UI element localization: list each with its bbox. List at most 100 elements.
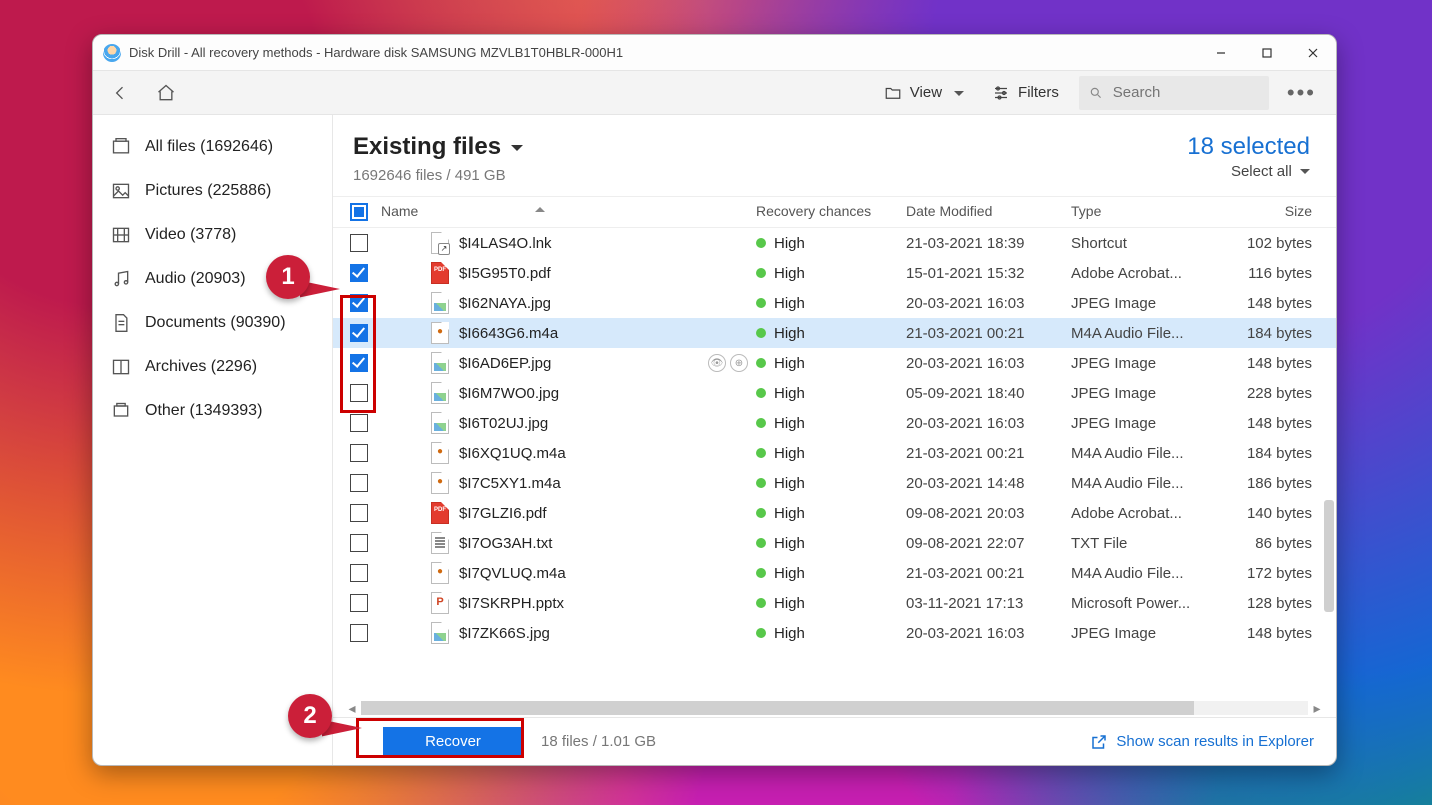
row-checkbox[interactable]	[350, 564, 368, 582]
table-row[interactable]: $I7SKRPH.pptxHigh03-11-2021 17:13Microso…	[333, 588, 1336, 618]
sidebar-item-other[interactable]: Other (1349393)	[93, 389, 332, 433]
show-in-explorer-link[interactable]: Show scan results in Explorer	[1090, 733, 1314, 751]
preview-icon[interactable]: 👁	[708, 354, 726, 372]
table-row[interactable]: $I7C5XY1.m4aHigh20-03-2021 14:48M4A Audi…	[333, 468, 1336, 498]
row-checkbox[interactable]	[350, 444, 368, 462]
status-dot-icon	[756, 328, 766, 338]
table-row[interactable]: $I6M7WO0.jpgHigh05-09-2021 18:40JPEG Ima…	[333, 378, 1336, 408]
row-checkbox[interactable]	[350, 384, 368, 402]
file-type: Adobe Acrobat...	[1071, 265, 1206, 282]
status-dot-icon	[756, 418, 766, 428]
table-row[interactable]: $I5G95T0.pdfHigh15-01-2021 15:32Adobe Ac…	[333, 258, 1336, 288]
file-icon	[431, 623, 449, 643]
row-hover-actions[interactable]: 👁⊕	[708, 354, 748, 372]
sidebar-item-label: All files (1692646)	[145, 138, 273, 156]
column-date[interactable]: Date Modified	[906, 203, 1071, 221]
master-checkbox[interactable]	[350, 203, 368, 221]
sidebar-item-archives[interactable]: Archives (2296)	[93, 345, 332, 389]
explorer-link-label: Show scan results in Explorer	[1116, 733, 1314, 750]
file-size: 184 bytes	[1206, 445, 1326, 462]
date-modified: 20-03-2021 14:48	[906, 475, 1071, 492]
row-checkbox[interactable]	[350, 594, 368, 612]
view-menu[interactable]: View	[876, 84, 972, 102]
file-name: $I6M7WO0.jpg	[459, 385, 559, 402]
sidebar-item-label: Video (3778)	[145, 226, 236, 244]
recover-button[interactable]: Recover	[383, 727, 523, 757]
recovery-chance: High	[774, 265, 805, 282]
table-row[interactable]: $I7OG3AH.txtHigh09-08-2021 22:07TXT File…	[333, 528, 1336, 558]
file-size: 86 bytes	[1206, 535, 1326, 552]
vertical-scrollbar[interactable]	[1322, 228, 1336, 717]
date-modified: 05-09-2021 18:40	[906, 385, 1071, 402]
home-button[interactable]	[149, 76, 183, 110]
row-checkbox[interactable]	[350, 414, 368, 432]
back-button[interactable]	[103, 76, 137, 110]
column-name[interactable]: Name	[375, 203, 756, 221]
horizontal-scrollbar[interactable]: ◂▸	[343, 699, 1326, 717]
sliders-icon	[992, 84, 1010, 102]
column-type[interactable]: Type	[1071, 203, 1206, 221]
table-row[interactable]: $I7GLZI6.pdfHigh09-08-2021 20:03Adobe Ac…	[333, 498, 1336, 528]
row-checkbox[interactable]	[350, 264, 368, 282]
more-button[interactable]: •••	[1287, 80, 1316, 106]
table-row[interactable]: $I62NAYA.jpgHigh20-03-2021 16:03JPEG Ima…	[333, 288, 1336, 318]
row-checkbox[interactable]	[350, 294, 368, 312]
table-row[interactable]: $I4LAS4O.lnkHigh21-03-2021 18:39Shortcut…	[333, 228, 1336, 258]
footer: Recover 18 files / 1.01 GB Show scan res…	[333, 717, 1336, 765]
row-checkbox[interactable]	[350, 354, 368, 372]
table-row[interactable]: $I6643G6.m4aHigh21-03-2021 00:21M4A Audi…	[333, 318, 1336, 348]
sidebar-item-documents[interactable]: Documents (90390)	[93, 301, 332, 345]
file-icon	[431, 593, 449, 613]
search-input[interactable]	[1111, 83, 1259, 102]
main-header: Existing files 1692646 files / 491 GB 18…	[333, 115, 1336, 196]
column-recovery[interactable]: Recovery chances	[756, 203, 906, 221]
recovery-chance: High	[774, 325, 805, 342]
file-icon	[431, 263, 449, 283]
window-title: Disk Drill - All recovery methods - Hard…	[129, 45, 623, 60]
sidebar-item-pictures[interactable]: Pictures (225886)	[93, 169, 332, 213]
archive-icon	[111, 357, 131, 377]
select-all-toggle[interactable]: Select all	[1187, 163, 1310, 180]
sidebar-item-label: Documents (90390)	[145, 314, 286, 332]
table-row[interactable]: $I6AD6EP.jpg👁⊕High20-03-2021 16:03JPEG I…	[333, 348, 1336, 378]
file-icon	[431, 503, 449, 523]
recovery-chance: High	[774, 445, 805, 462]
file-size: 172 bytes	[1206, 565, 1326, 582]
table-row[interactable]: $I6XQ1UQ.m4aHigh21-03-2021 00:21M4A Audi…	[333, 438, 1336, 468]
titlebar: Disk Drill - All recovery methods - Hard…	[93, 35, 1336, 71]
status-dot-icon	[756, 298, 766, 308]
options-icon[interactable]: ⊕	[730, 354, 748, 372]
minimize-button[interactable]	[1198, 35, 1244, 71]
footer-selection-info: 18 files / 1.01 GB	[541, 733, 656, 750]
stack-icon	[111, 137, 131, 157]
file-name: $I7OG3AH.txt	[459, 535, 552, 552]
table-row[interactable]: $I7ZK66S.jpgHigh20-03-2021 16:03JPEG Ima…	[333, 618, 1336, 648]
chevron-down-icon	[511, 145, 523, 157]
filters-menu[interactable]: Filters	[984, 84, 1067, 102]
search-box[interactable]	[1079, 76, 1269, 110]
file-name: $I62NAYA.jpg	[459, 295, 551, 312]
recovery-chance: High	[774, 295, 805, 312]
sort-indicator-icon	[535, 202, 545, 212]
file-type: JPEG Image	[1071, 625, 1206, 642]
row-checkbox[interactable]	[350, 234, 368, 252]
row-checkbox[interactable]	[350, 534, 368, 552]
close-button[interactable]	[1290, 35, 1336, 71]
scope-dropdown[interactable]: Existing files	[353, 133, 523, 161]
recovery-chance: High	[774, 535, 805, 552]
maximize-button[interactable]	[1244, 35, 1290, 71]
date-modified: 20-03-2021 16:03	[906, 415, 1071, 432]
row-checkbox[interactable]	[350, 324, 368, 342]
file-type: Adobe Acrobat...	[1071, 505, 1206, 522]
table-row[interactable]: $I7QVLUQ.m4aHigh21-03-2021 00:21M4A Audi…	[333, 558, 1336, 588]
file-type: M4A Audio File...	[1071, 325, 1206, 342]
row-checkbox[interactable]	[350, 504, 368, 522]
row-checkbox[interactable]	[350, 624, 368, 642]
sidebar-item-video[interactable]: Video (3778)	[93, 213, 332, 257]
table-row[interactable]: $I6T02UJ.jpgHigh20-03-2021 16:03JPEG Ima…	[333, 408, 1336, 438]
row-checkbox[interactable]	[350, 474, 368, 492]
column-size[interactable]: Size	[1206, 203, 1326, 221]
sidebar-item-allfiles[interactable]: All files (1692646)	[93, 125, 332, 169]
file-type: Shortcut	[1071, 235, 1206, 252]
file-name: $I4LAS4O.lnk	[459, 235, 552, 252]
